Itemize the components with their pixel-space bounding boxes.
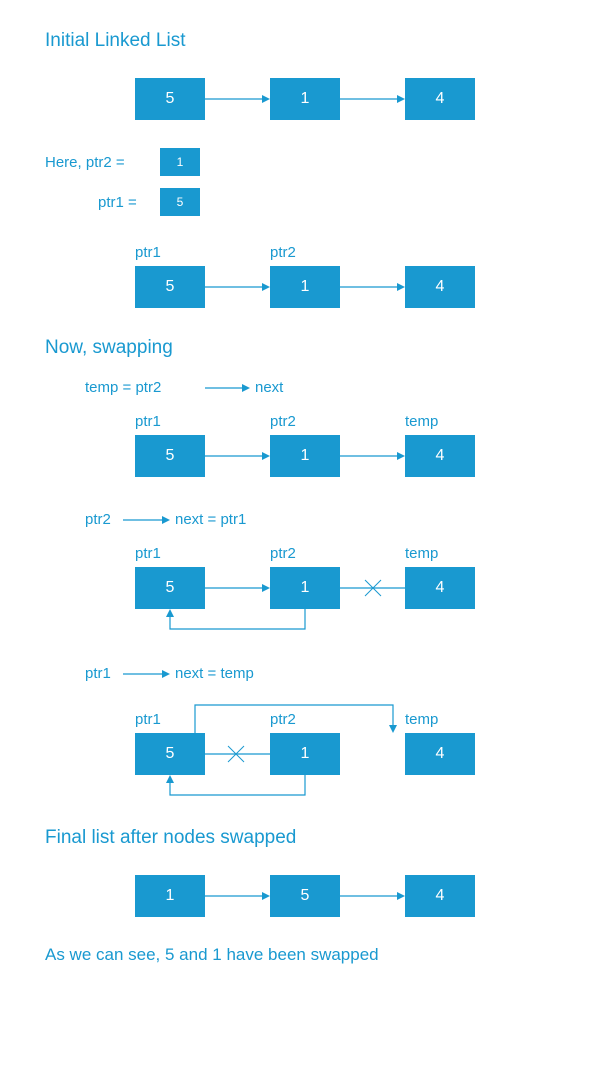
diagram-labeled-1: ptr1 ptr2 5 1 4 (45, 244, 550, 319)
ptr2-next-line: ptr2 next = ptr1 (45, 509, 550, 533)
small-node-1: 1 (160, 148, 200, 176)
diagram-ptr1-next: ptr1 ptr2 temp 5 1 4 (45, 699, 550, 809)
heading-initial: Initial Linked List (45, 30, 550, 52)
ptr1-eq-label: ptr1 = (98, 194, 137, 211)
diagram-temp: ptr1 ptr2 temp 5 1 4 (45, 413, 550, 491)
small-node-5: 5 (160, 188, 200, 216)
temp-eq-line: temp = ptr2 next (45, 377, 550, 401)
here-block: Here, ptr2 = 1 ptr1 = 5 (45, 148, 550, 226)
here-label: Here, ptr2 = (45, 154, 125, 171)
heading-final: Final list after nodes swapped (45, 827, 550, 849)
conclusion-text: As we can see, 5 and 1 have been swapped (45, 945, 550, 965)
ptr1-next-line: ptr1 next = temp (45, 663, 550, 687)
heading-swapping: Now, swapping (45, 337, 550, 359)
diagram-initial: 5 1 4 (45, 70, 550, 130)
diagram-ptr2-next: ptr1 ptr2 temp 5 1 4 (45, 545, 550, 645)
diagram-final: 1 5 4 (45, 867, 550, 927)
